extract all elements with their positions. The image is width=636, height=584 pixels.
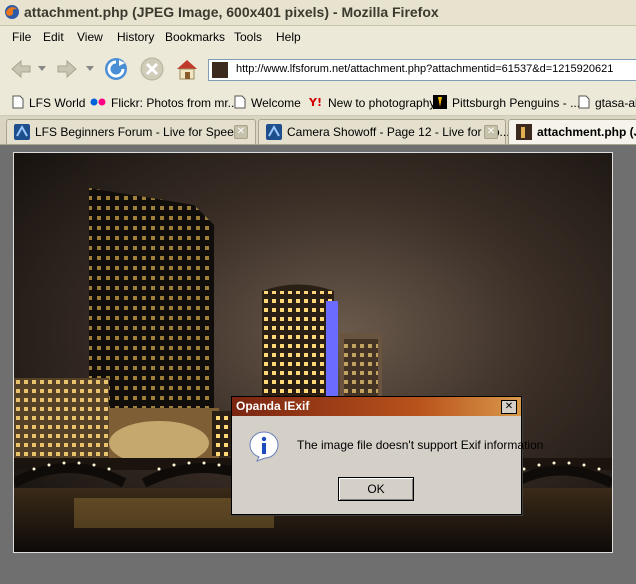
menu-bar: File Edit View History Bookmarks Tools H… <box>0 26 636 48</box>
menu-file[interactable]: File <box>12 30 31 44</box>
menu-view[interactable]: View <box>77 30 103 44</box>
lfs-favicon-icon <box>266 124 282 140</box>
tab-camera-showoff[interactable]: Camera Showoff - Page 12 - Live for Sp..… <box>258 119 510 144</box>
page-icon <box>578 95 590 109</box>
forward-arrow-icon[interactable] <box>54 56 80 82</box>
stop-icon[interactable] <box>139 56 165 82</box>
bookmark-flickr[interactable]: Flickr: Photos from mr... <box>90 95 238 110</box>
reload-icon[interactable] <box>103 56 129 82</box>
bookmark-gtasa[interactable]: gtasa-al <box>578 95 636 110</box>
page-icon <box>234 95 246 109</box>
site-favicon-icon <box>212 62 228 78</box>
menu-history[interactable]: History <box>117 30 154 44</box>
window-titlebar: attachment.php (JPEG Image, 600x401 pixe… <box>0 0 636 26</box>
bookmark-pittsburgh-penguins[interactable]: Pittsburgh Penguins - ... <box>433 95 580 110</box>
address-url[interactable]: http://www.lfsforum.net/attachment.php?a… <box>236 63 613 75</box>
dialog-titlebar: Opanda IExif ✕ <box>232 397 521 416</box>
tab-close-icon[interactable]: ✕ <box>234 125 248 139</box>
bookmark-label: gtasa-al <box>595 96 636 110</box>
back-arrow-icon[interactable] <box>8 56 34 82</box>
tab-strip: LFS Beginners Forum - Live for Speed ✕ C… <box>0 116 636 145</box>
svg-text:Y!: Y! <box>309 96 322 109</box>
menu-help[interactable]: Help <box>276 30 301 44</box>
dialog-message: The image file doesn't support Exif info… <box>297 438 544 452</box>
yahoo-icon: Y! <box>309 96 322 109</box>
tab-close-icon[interactable]: ✕ <box>484 125 498 139</box>
dialog-title: Opanda IExif <box>236 399 310 413</box>
menu-edit[interactable]: Edit <box>43 30 64 44</box>
address-bar[interactable]: http://www.lfsforum.net/attachment.php?a… <box>208 59 636 81</box>
lfs-favicon-icon <box>14 124 30 140</box>
bookmark-label: LFS World <box>29 96 86 110</box>
tab-label: Camera Showoff - Page 12 - Live for Sp..… <box>287 125 510 139</box>
info-icon <box>249 431 279 462</box>
menu-tools[interactable]: Tools <box>234 30 262 44</box>
exif-dialog: Opanda IExif ✕ The image file doesn't su… <box>231 396 543 515</box>
bookmark-label: New to photography <box>328 96 436 110</box>
tab-lfs-beginners[interactable]: LFS Beginners Forum - Live for Speed ✕ <box>6 119 256 144</box>
bookmark-welcome[interactable]: Welcome <box>234 95 301 110</box>
page-icon <box>12 95 24 109</box>
bookmark-new-to-photography[interactable]: Y! New to photography <box>309 95 435 110</box>
tab-label: attachment.php (J <box>537 125 636 139</box>
bookmarks-toolbar: LFS World Flickr: Photos from mr... Welc… <box>0 90 636 116</box>
image-favicon-icon <box>516 124 532 140</box>
menu-bookmarks[interactable]: Bookmarks <box>165 30 225 44</box>
bookmark-lfs-world[interactable]: LFS World <box>12 95 85 110</box>
forward-dropdown-icon[interactable] <box>86 66 94 72</box>
ok-button[interactable]: OK <box>338 477 414 501</box>
bookmark-label: Welcome <box>251 96 301 110</box>
back-dropdown-icon[interactable] <box>38 66 46 72</box>
dialog-close-icon[interactable]: ✕ <box>501 400 517 414</box>
flickr-icon <box>90 98 106 106</box>
bookmark-label: Flickr: Photos from mr... <box>111 96 238 110</box>
tab-attachment[interactable]: attachment.php (J <box>508 119 636 144</box>
tab-label: LFS Beginners Forum - Live for Speed <box>35 125 241 139</box>
home-icon[interactable] <box>174 56 200 82</box>
firefox-logo-icon <box>5 5 19 19</box>
bookmark-label: Pittsburgh Penguins - ... <box>452 96 581 110</box>
window-title: attachment.php (JPEG Image, 600x401 pixe… <box>24 4 439 20</box>
penguins-logo-icon <box>433 95 447 109</box>
